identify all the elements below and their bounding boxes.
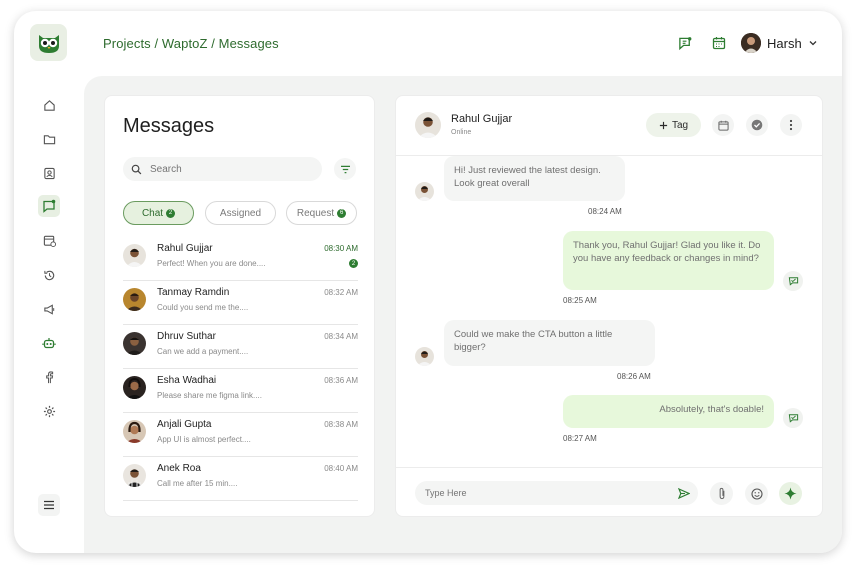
message-preview: Call me after 15 min.... [157,479,238,488]
tab-count-badge: 2 [166,208,176,218]
plus-icon [659,121,668,129]
avatar [123,332,146,355]
conversation-item[interactable]: Rahul Gujjar Perfect! When you are done.… [123,237,358,281]
avatar [123,244,146,267]
chat-panel: Rahul Gujjar Online Tag Hi! Just reviewe… [395,95,823,517]
message-time: 08:38 AM [324,420,358,429]
conversation-item[interactable]: Esha Wadhai Please share me figma link..… [123,369,358,413]
avatar [123,376,146,399]
avatar [123,420,146,443]
tab-label: Assigned [219,207,262,219]
home-icon[interactable] [38,94,60,116]
smiley-icon[interactable] [745,482,768,505]
message-preview: Please share me figma link.... [157,391,262,400]
status-text: Online [451,129,472,136]
gear-icon[interactable] [38,400,60,422]
avatar [415,182,434,201]
robot-icon[interactable] [38,332,60,354]
message-time: 08:36 AM [324,376,358,385]
message-time: 08:32 AM [324,288,358,297]
avatar [415,112,441,138]
paperclip-icon[interactable] [710,482,733,505]
avatar [741,33,761,53]
unread-badge: 2 [349,259,358,268]
hamburger-menu-icon[interactable] [38,494,60,516]
filter-icon[interactable] [334,158,356,180]
more-vertical-icon[interactable] [780,114,802,136]
message-preview: App UI is almost perfect.... [157,435,251,444]
message-composer [396,467,822,516]
avatar [123,288,146,311]
tab-count-badge: 6 [337,208,347,218]
message-preview: Perfect! When you are done.... [157,259,266,268]
conversation-item[interactable]: Anjali Gupta App UI is almost perfect...… [123,413,358,457]
message-time: 08:25 AM [563,296,597,305]
tab-label: Chat [141,207,164,219]
tab-assigned[interactable]: Assigned [205,201,276,225]
read-receipt-icon [783,408,803,428]
message-bubble-outgoing: Thank you, Rahul Gujjar! Glad you like i… [563,231,774,290]
contact-card-icon[interactable] [38,162,60,184]
breadcrumb[interactable]: Projects / WaptoZ / Messages [103,36,279,51]
tab-label: Request [296,207,335,219]
search-input[interactable] [150,163,300,175]
message-time: 08:34 AM [324,332,358,341]
read-receipt-icon [783,271,803,291]
folder-icon[interactable] [38,128,60,150]
facebook-icon[interactable] [38,366,60,388]
message-time: 08:30 AM [324,244,358,253]
search-box[interactable] [123,157,322,181]
content-area: Messages Chat 2 Assigned Request 6 [84,76,842,553]
tab-chat[interactable]: Chat 2 [123,201,194,225]
app-window: Projects / WaptoZ / Messages Harsh Messa… [14,11,842,553]
messages-panel: Messages Chat 2 Assigned Request 6 [104,95,375,517]
contact-name: Esha Wadhai [157,375,217,386]
message-input[interactable] [425,488,655,498]
calendar-icon[interactable] [708,32,730,54]
message-bubble-incoming: Hi! Just reviewed the latest design. Loo… [444,156,625,201]
notes-icon[interactable] [674,32,696,54]
calendar-icon[interactable] [712,114,734,136]
conversation-item[interactable]: Tanmay Ramdin Could you send me the.... … [123,281,358,325]
message-time: 08:27 AM [563,434,597,443]
message-time: 08:24 AM [588,207,622,216]
message-bubble-incoming: Could we make the CTA button a little bi… [444,320,655,366]
avatar [123,464,146,487]
message-time: 08:26 AM [617,372,651,381]
panel-title: Messages [123,115,215,137]
contact-name: Tanmay Ramdin [157,287,230,298]
user-name: Harsh [767,35,802,51]
message-time: 08:40 AM [324,464,358,473]
message-preview: Could you send me the.... [157,303,249,312]
calendar-clock-icon[interactable] [38,229,60,251]
search-icon [131,164,142,174]
owl-logo-icon[interactable] [30,24,67,61]
conversation-item[interactable]: Anek Roa Call me after 15 min.... 08:40 … [123,457,358,501]
contact-name: Dhruv Suthar [157,331,216,342]
message-bubble-outgoing: Absolutely, that's doable! [563,395,774,428]
tab-request[interactable]: Request 6 [286,201,357,225]
message-input-box[interactable] [415,481,698,505]
contact-name: Anjali Gupta [157,419,212,430]
megaphone-icon[interactable] [38,298,60,320]
message-preview: Can we add a payment.... [157,347,249,356]
contact-name: Rahul Gujjar [451,113,513,125]
avatar [415,347,434,366]
conversation-item[interactable]: Dhruv Suthar Can we add a payment.... 08… [123,325,358,369]
send-icon[interactable] [673,482,695,504]
user-menu[interactable]: Harsh [741,30,818,56]
tag-label: Tag [671,119,689,131]
check-circle-icon[interactable] [746,114,768,136]
tag-button[interactable]: Tag [646,113,701,137]
chevron-down-icon [809,41,817,46]
contact-name: Anek Roa [157,463,201,474]
history-icon[interactable] [38,264,60,286]
contact-name: Rahul Gujjar [157,243,213,254]
sparkle-icon[interactable] [779,482,802,505]
chat-header: Rahul Gujjar Online Tag [396,96,822,156]
chat-icon[interactable] [38,195,60,217]
